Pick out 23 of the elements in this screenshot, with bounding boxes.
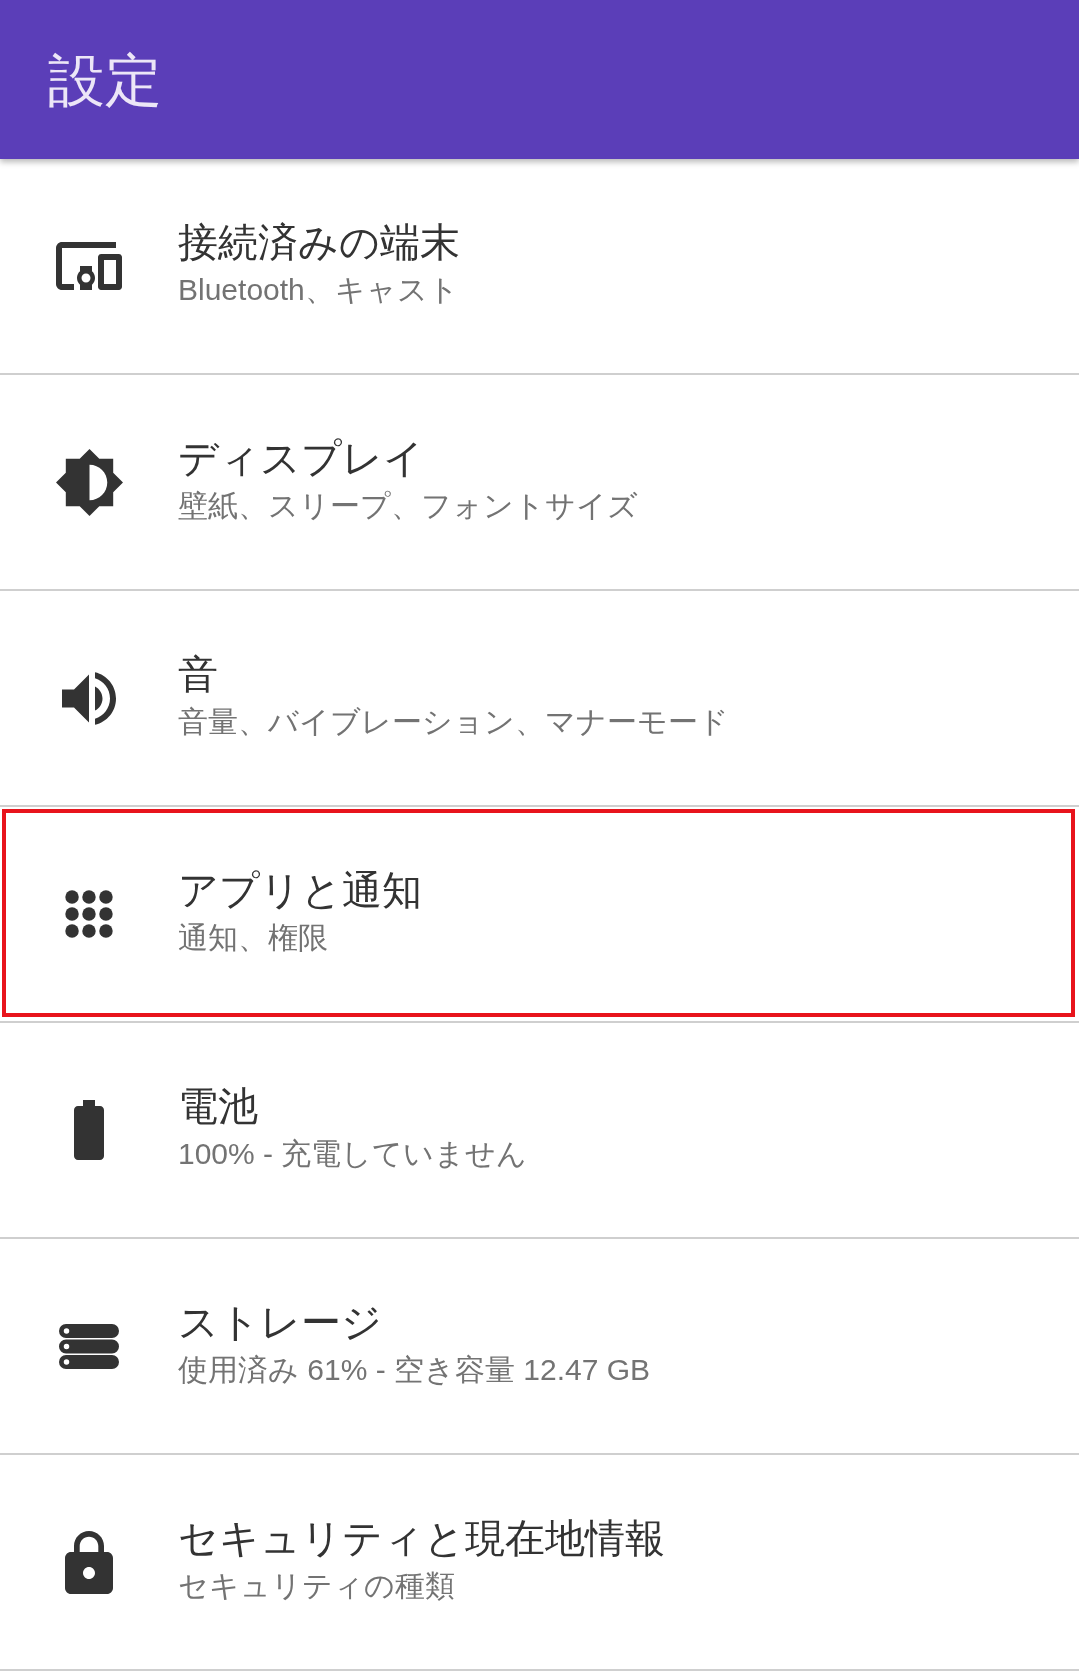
app-title: 設定 xyxy=(48,46,162,114)
item-summary: 100% - 充電していません xyxy=(178,1136,528,1172)
settings-item[interactable]: アプリと通知 通知、権限 xyxy=(0,807,1079,1023)
item-title: ストレージ xyxy=(178,1299,382,1346)
speaker-icon xyxy=(62,671,116,725)
item-title: ディスプレイ xyxy=(178,435,424,482)
item-title: 接続済みの端末 xyxy=(178,219,460,266)
item-summary: 通知、権限 xyxy=(178,920,328,956)
item-summary: 音量、バイブレーション、マナーモード xyxy=(178,704,729,740)
battery-icon xyxy=(74,1100,104,1160)
brightness-icon xyxy=(55,448,123,516)
item-title: セキュリティと現在地情報 xyxy=(178,1515,665,1562)
item-title: 電池 xyxy=(178,1083,258,1130)
item-summary: セキュリティの種類 xyxy=(178,1568,455,1604)
item-title: アプリと通知 xyxy=(178,867,422,914)
apps-grid-icon xyxy=(65,890,113,938)
item-summary: 使用済み 61% - 空き容量 12.47 GB xyxy=(178,1352,651,1388)
item-summary: 壁紙、スリープ、フォントサイズ xyxy=(178,488,638,524)
devices-icon xyxy=(56,242,122,290)
storage-icon xyxy=(59,1323,119,1369)
item-title: 音 xyxy=(178,651,218,698)
lock-icon xyxy=(65,1530,113,1594)
item-summary: Bluetooth、キャスト xyxy=(178,272,459,308)
